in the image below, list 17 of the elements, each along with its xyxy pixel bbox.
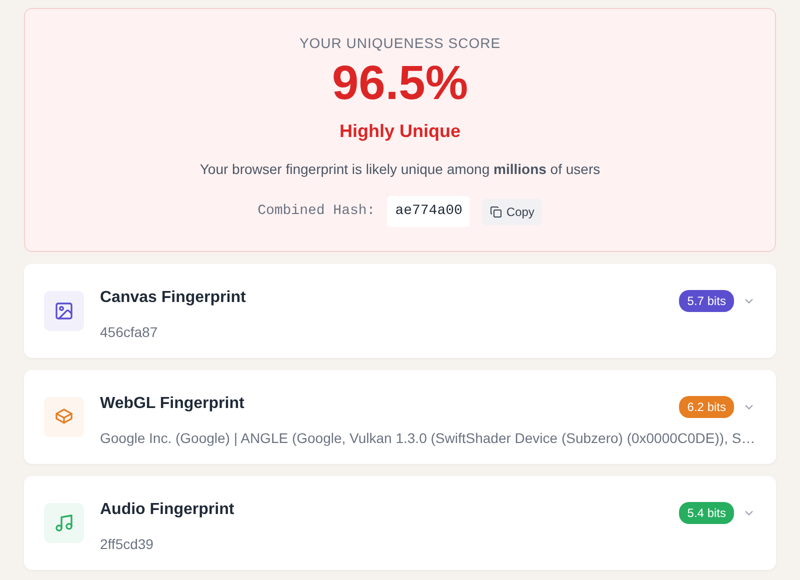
bits-badge: 5.7 bits: [679, 290, 734, 312]
copy-button[interactable]: Copy: [482, 198, 542, 224]
score-value: 96.5%: [330, 60, 470, 108]
description-text: Your browser fingerprint is likely unique among millions of users: [198, 160, 602, 179]
fingerprint-title: WebGL Fingerprint: [100, 394, 244, 414]
copy-icon: [490, 206, 502, 218]
fingerprint-value: Google Inc. (Google) | ANGLE (Google, Vulkan 1.3.0 (SwiftShader Device (Subzero) (0x0000C0DE)), S…: [100, 429, 756, 448]
hash-value: ae774a00: [387, 196, 470, 227]
score-label: YOUR UNIQUENESS SCORE: [298, 34, 502, 53]
bits-badge: 6.2 bits: [679, 396, 734, 418]
fingerprint-title: Audio Fingerprint: [100, 500, 234, 520]
fingerprint-value: 456cfa87: [100, 323, 159, 342]
verdict-text: Highly Unique: [338, 120, 462, 143]
fingerprint-title: Canvas Fingerprint: [100, 288, 246, 308]
fingerprint-value: 2ff5cd39: [100, 535, 154, 554]
bits-badge: 5.4 bits: [679, 502, 734, 524]
hash-label: Combined Hash:: [258, 202, 376, 221]
